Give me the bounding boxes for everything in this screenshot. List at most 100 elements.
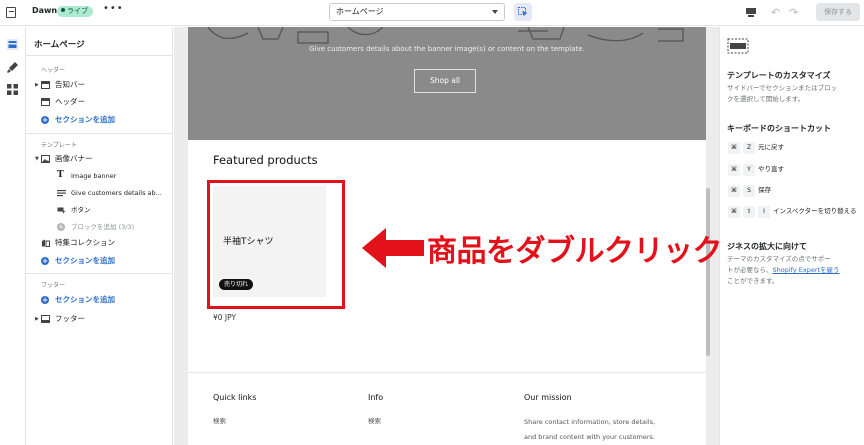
save-button[interactable]: 保存する	[816, 3, 860, 21]
page-select[interactable]: ホームページ	[329, 3, 505, 21]
command-key: ⌘	[728, 164, 740, 176]
footer-info-search[interactable]: 検索	[368, 413, 381, 429]
shortcuts-title: キーボードのショートカット	[727, 124, 831, 133]
chevron-down-icon	[492, 10, 498, 14]
business-description: テーマのカスタマイズの点でサポー	[727, 255, 831, 263]
inspector-toggle-button[interactable]	[514, 3, 532, 21]
add-section-button[interactable]: + セクションを追加	[26, 292, 173, 308]
redo-icon[interactable]: ↷	[789, 6, 798, 19]
preview-scrollbar[interactable]	[706, 188, 710, 356]
sidebar-item-header[interactable]: ヘッダー	[26, 94, 173, 110]
shortcut-inspector: ⌘ ⇧ I インスペクターを切り替える	[728, 206, 862, 218]
sidebar-item-featured-collection[interactable]: 特集コレクション	[26, 235, 173, 251]
header-group-label: ヘッダー	[41, 67, 66, 74]
shortcut-save: ⌘ S 保存	[728, 184, 771, 197]
collection-icon	[42, 239, 50, 247]
sections-sidebar: ホームページ ヘッダー ▶ 告知バー ヘッダー + セクションを追加 テンプレー…	[26, 27, 173, 445]
add-block-label: ブロックを追加 (3/3)	[71, 223, 135, 231]
footer-group-label: フッター	[41, 282, 66, 289]
sidebar-item-image-banner[interactable]: ▼ 画像バナー	[26, 151, 173, 167]
customize-description: サイドバーでセクションまたはブロッ	[727, 84, 838, 92]
button-icon	[57, 207, 66, 214]
more-actions-button[interactable]: •••	[103, 3, 124, 14]
annotation-highlight-box	[207, 180, 345, 309]
live-status-badge: ライブ	[57, 6, 93, 17]
sidebar-item-label: 告知バー	[55, 80, 85, 89]
template-group-label: テンプレート	[41, 142, 77, 149]
header-icon	[41, 98, 50, 106]
announcement-icon	[41, 81, 50, 89]
add-block-button[interactable]: + ブロックを追加 (3/3)	[26, 219, 173, 235]
shortcut-label: やり直す	[758, 165, 784, 173]
image-icon	[41, 155, 50, 163]
block-label: Give customers details ab...	[71, 189, 162, 197]
shopify-expert-link[interactable]: Shopify Expertを雇う	[773, 266, 840, 274]
sidebar-item-announcement-bar[interactable]: ▶ 告知バー	[26, 77, 173, 93]
key: Z	[743, 142, 755, 154]
theme-settings-brush-icon[interactable]	[6, 61, 19, 74]
sidebar-item-footer[interactable]: ▶ フッター	[26, 311, 173, 327]
sidebar-item-block-image-banner[interactable]: T Image banner	[26, 168, 173, 184]
footer-mission-line: Share contact information, store details…	[524, 418, 656, 426]
inspector-icon	[518, 7, 528, 17]
add-section-button[interactable]: + セクションを追加	[26, 112, 173, 128]
shift-key: ⇧	[743, 206, 755, 218]
exit-icon[interactable]	[6, 7, 16, 18]
key: S	[743, 185, 755, 197]
template-customize-icon	[727, 38, 749, 54]
footer-mission-title: Our mission	[524, 393, 572, 402]
banner-description: Give customers details about the banner …	[309, 45, 585, 53]
footer-quick-link-search[interactable]: 検索	[213, 413, 226, 429]
chevron-right-icon: ▶	[35, 82, 39, 88]
sidebar-item-label: ヘッダー	[55, 97, 85, 106]
shortcut-label: 元に戻す	[758, 143, 784, 151]
page-select-value: ホームページ	[336, 7, 384, 16]
sidebar-title: ホームページ	[34, 40, 85, 50]
plus-circle-icon: +	[41, 257, 49, 265]
product-price: ¥0 JPY	[213, 313, 237, 322]
annotation-text: 商品をダブルクリック	[427, 234, 723, 269]
paragraph-icon	[57, 190, 66, 197]
divider	[26, 133, 173, 134]
store-name: Dawn	[32, 6, 58, 15]
banner-line-art-image	[207, 27, 684, 44]
business-description: トが必要なら、Shopify Expertを雇う	[727, 265, 859, 276]
top-bar: Dawn ライブ ••• ホームページ ↶ ↷ 保存する	[0, 0, 864, 26]
status-dot-icon	[61, 8, 65, 12]
annotation-arrow-icon	[362, 228, 424, 268]
desktop-preview-icon[interactable]	[745, 7, 757, 18]
business-title: ジネスの拡大に向けて	[727, 242, 807, 251]
plus-circle-icon: +	[41, 116, 49, 124]
chevron-right-icon: ▶	[35, 316, 39, 322]
live-status-label: ライブ	[67, 7, 88, 15]
footer-icon	[41, 315, 50, 323]
shortcut-label: 保存	[758, 186, 771, 194]
shop-all-button[interactable]: Shop all	[414, 69, 476, 93]
sidebar-item-block-button[interactable]: ボタン	[26, 202, 173, 218]
apps-icon[interactable]	[6, 83, 19, 96]
command-key: ⌘	[728, 185, 740, 197]
sections-icon[interactable]	[6, 38, 19, 51]
text-icon: T	[57, 170, 64, 180]
key: I	[758, 206, 770, 218]
add-section-button[interactable]: + セクションを追加	[26, 253, 173, 269]
business-description: ことができます。	[727, 277, 779, 285]
undo-icon[interactable]: ↶	[771, 6, 780, 19]
plus-circle-icon: +	[41, 296, 49, 304]
customize-description: クを選択して開始します。	[727, 95, 805, 103]
sidebar-item-block-text[interactable]: Give customers details ab...	[26, 185, 173, 201]
command-key: ⌘	[728, 142, 740, 154]
plus-circle-icon: +	[57, 223, 65, 231]
chevron-down-icon: ▼	[35, 156, 39, 162]
left-rail	[0, 27, 26, 445]
divider	[26, 55, 173, 56]
shortcut-undo: ⌘ Z 元に戻す	[728, 141, 784, 154]
block-label: Image banner	[71, 172, 117, 180]
divider	[26, 273, 173, 274]
featured-products-title: Featured products	[213, 153, 318, 167]
shortcut-redo: ⌘ Y やり直す	[728, 163, 784, 176]
business-text: トが必要なら、	[727, 266, 773, 274]
image-banner[interactable]: Give customers details about the banner …	[188, 27, 706, 140]
add-section-label: セクションを追加	[55, 295, 115, 304]
shortcut-label: インスペクターを切り替える	[773, 207, 857, 215]
